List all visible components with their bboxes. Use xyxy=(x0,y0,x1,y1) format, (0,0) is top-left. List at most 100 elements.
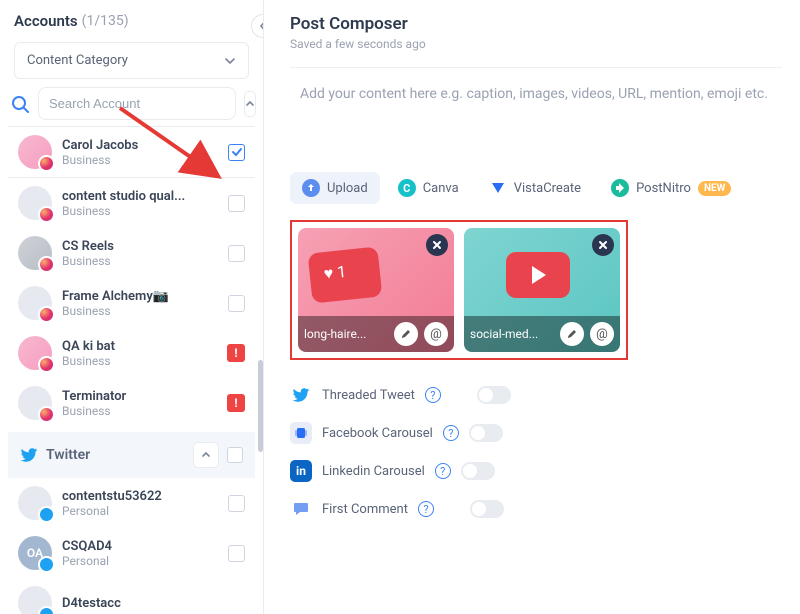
linkedin-carousel-option: in Linkedin Carousel ? xyxy=(290,460,782,482)
option-label: Linkedin Carousel xyxy=(322,464,425,479)
remove-media-button[interactable] xyxy=(426,234,448,256)
help-icon[interactable]: ? xyxy=(443,425,459,441)
remove-media-button[interactable] xyxy=(592,234,614,256)
alt-text-button[interactable]: @ xyxy=(424,322,448,346)
help-icon[interactable]: ? xyxy=(435,463,451,479)
instagram-badge-icon xyxy=(38,256,55,273)
instagram-badge-icon xyxy=(38,306,55,323)
facebook-carousel-toggle[interactable] xyxy=(469,424,503,442)
group-collapse-button[interactable] xyxy=(193,442,219,468)
post-options: Threaded Tweet ? Facebook Carousel ? in … xyxy=(290,384,782,520)
account-name: CS Reels xyxy=(62,239,218,254)
avatar xyxy=(18,336,52,370)
sidebar-title: Accounts xyxy=(14,12,78,30)
accounts-sidebar: Accounts (1/135) Content Category Carol … xyxy=(0,0,264,614)
warning-icon xyxy=(227,394,245,412)
upload-toolbar: Upload C Canva VistaCreate PostNitro NEW xyxy=(290,172,782,204)
postnitro-button[interactable]: PostNitro NEW xyxy=(599,172,743,204)
option-label: First Comment xyxy=(322,502,408,517)
facebook-carousel-option: Facebook Carousel ? xyxy=(290,422,782,444)
account-type: Personal xyxy=(62,504,218,518)
composer-editor[interactable]: Add your content here e.g. caption, imag… xyxy=(290,67,782,162)
account-item[interactable]: Carol Jacobs Business xyxy=(8,126,255,178)
avatar xyxy=(18,135,52,169)
sidebar-count: (1/135) xyxy=(82,13,129,29)
thumbnail-graphic xyxy=(506,252,570,298)
search-icon[interactable] xyxy=(10,94,30,114)
account-type: Business xyxy=(62,304,218,318)
avatar: OA xyxy=(18,536,52,570)
group-title: Twitter xyxy=(46,447,185,463)
first-comment-toggle[interactable] xyxy=(470,500,504,518)
media-thumbnail[interactable]: long-haire... @ xyxy=(298,228,454,352)
upload-button[interactable]: Upload xyxy=(290,172,380,204)
twitter-badge-icon xyxy=(38,506,55,523)
help-icon[interactable]: ? xyxy=(425,387,441,403)
account-group-twitter[interactable]: Twitter xyxy=(8,432,255,478)
account-type: Business xyxy=(62,204,218,218)
edit-media-button[interactable] xyxy=(560,322,584,346)
media-thumbnail[interactable]: social-med... @ xyxy=(464,228,620,352)
twitter-badge-icon xyxy=(38,556,55,573)
account-name: Carol Jacobs xyxy=(62,138,218,153)
avatar xyxy=(18,186,52,220)
account-item[interactable]: D4testacc xyxy=(8,578,255,614)
chevron-down-icon xyxy=(224,55,236,67)
canva-icon: C xyxy=(398,179,416,197)
account-type: Personal xyxy=(62,554,218,568)
twitter-icon xyxy=(290,384,312,406)
avatar xyxy=(18,286,52,320)
account-checkbox[interactable] xyxy=(228,545,245,562)
linkedin-carousel-toggle[interactable] xyxy=(461,462,495,480)
instagram-badge-icon xyxy=(38,406,55,423)
group-select-checkbox[interactable] xyxy=(227,447,243,463)
account-checkbox[interactable] xyxy=(228,144,245,161)
vistacreate-label: VistaCreate xyxy=(514,181,581,196)
twitter-icon xyxy=(20,446,38,464)
account-item[interactable]: content studio qual... Business xyxy=(8,178,255,228)
option-label: Facebook Carousel xyxy=(322,426,433,441)
account-checkbox[interactable] xyxy=(228,295,245,312)
linkedin-icon: in xyxy=(290,460,312,482)
canva-button[interactable]: C Canva xyxy=(386,172,471,204)
edit-media-button[interactable] xyxy=(394,322,418,346)
content-category-select[interactable]: Content Category xyxy=(14,42,249,79)
account-checkbox[interactable] xyxy=(228,495,245,512)
account-name: CSQAD4 xyxy=(62,539,218,554)
search-input[interactable] xyxy=(38,87,236,120)
avatar xyxy=(18,486,52,520)
instagram-badge-icon xyxy=(38,206,55,223)
scrollbar[interactable] xyxy=(258,360,263,452)
vistacreate-button[interactable]: VistaCreate xyxy=(477,172,593,204)
account-name: D4testacc xyxy=(62,596,245,611)
collapse-all-button[interactable] xyxy=(244,91,256,117)
postnitro-label: PostNitro xyxy=(636,181,691,196)
account-type: Business xyxy=(62,254,218,268)
avatar xyxy=(18,236,52,270)
new-badge: NEW xyxy=(698,181,731,196)
threaded-tweet-toggle[interactable] xyxy=(477,386,511,404)
instagram-badge-icon xyxy=(38,155,55,172)
account-checkbox[interactable] xyxy=(228,195,245,212)
account-item[interactable]: QA ki bat Business xyxy=(8,328,255,378)
warning-icon xyxy=(227,344,245,362)
account-type: Business xyxy=(62,153,218,167)
composer-panel: Post Composer Saved a few seconds ago Ad… xyxy=(264,0,800,614)
thumbnail-graphic xyxy=(308,246,383,303)
media-gallery-highlight: long-haire... @ social-med... xyxy=(290,220,628,360)
composer-title: Post Composer xyxy=(290,14,782,34)
account-checkbox[interactable] xyxy=(228,245,245,262)
alt-text-button[interactable]: @ xyxy=(590,322,614,346)
account-name: contentstu53622 xyxy=(62,489,218,504)
account-item[interactable]: CS Reels Business xyxy=(8,228,255,278)
account-item[interactable]: contentstu53622 Personal xyxy=(8,478,255,528)
account-name: QA ki bat xyxy=(62,339,217,354)
account-item[interactable]: Frame Alchemy📷 Business xyxy=(8,278,255,328)
carousel-icon xyxy=(290,422,312,444)
instagram-badge-icon xyxy=(38,356,55,373)
help-icon[interactable]: ? xyxy=(418,501,434,517)
account-item[interactable]: OA CSQAD4 Personal xyxy=(8,528,255,578)
accounts-list[interactable]: Carol Jacobs Business content studio qua… xyxy=(0,126,263,614)
comment-icon xyxy=(290,498,312,520)
account-item[interactable]: Terminator Business xyxy=(8,378,255,428)
